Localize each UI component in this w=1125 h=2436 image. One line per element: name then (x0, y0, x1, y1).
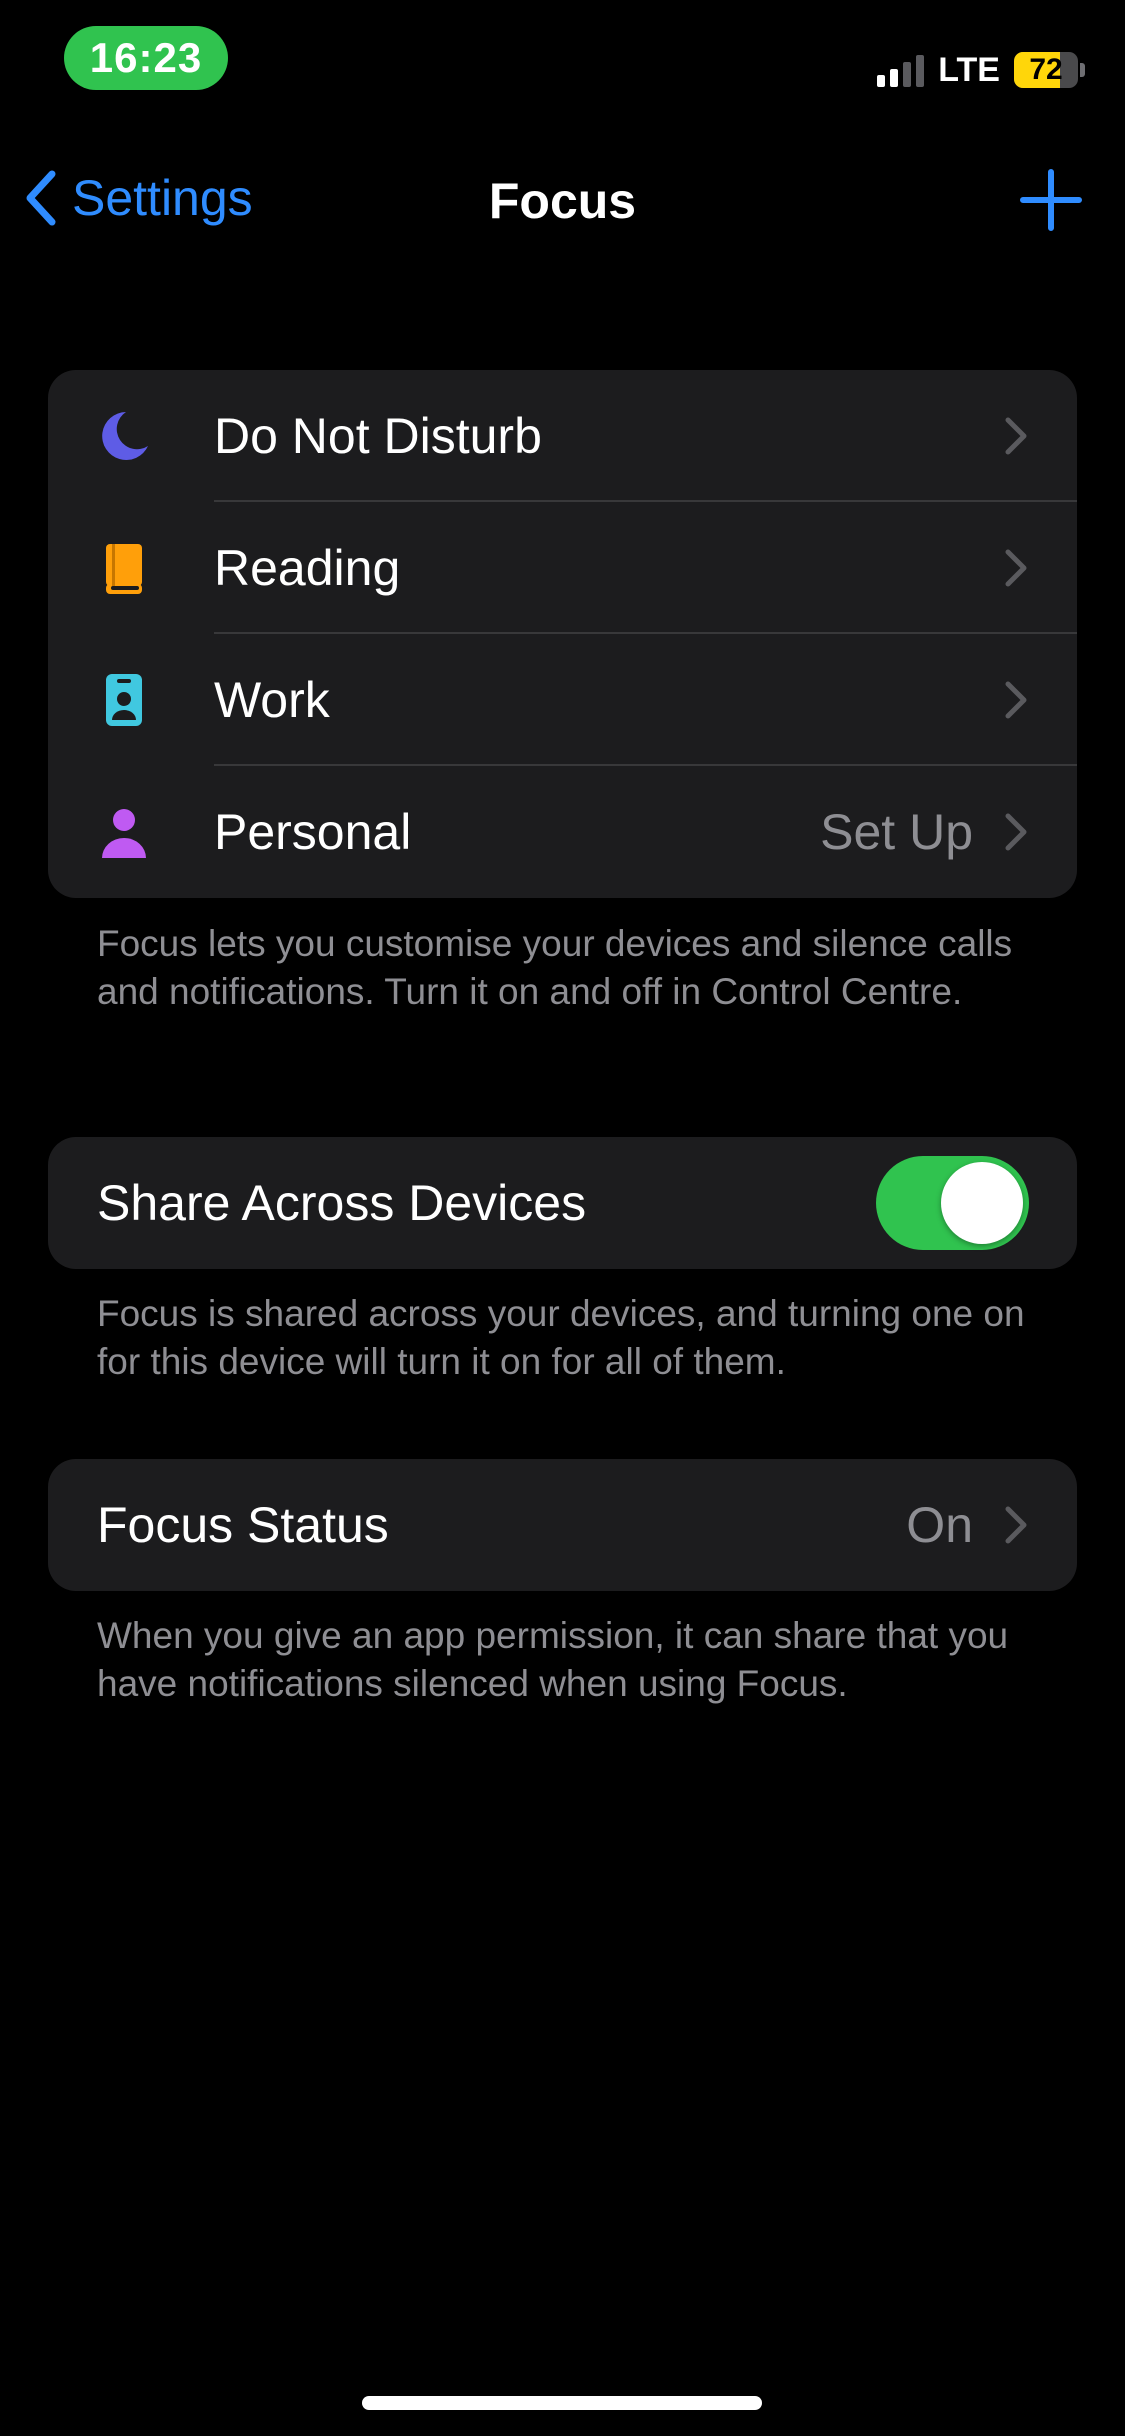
chevron-right-icon (1005, 549, 1027, 587)
focus-mode-reading[interactable]: Reading (48, 502, 1077, 634)
focus-status-group: Focus Status On (48, 1459, 1077, 1591)
page-title: Focus (488, 173, 637, 229)
person-icon (102, 809, 146, 858)
share-across-devices-row: Share Across Devices (48, 1137, 1077, 1269)
navigation-bar: Settings Focus (0, 150, 1125, 246)
book-icon (106, 544, 142, 594)
chevron-right-icon (1005, 1506, 1027, 1544)
focus-modes-list: Do Not Disturb Reading Work Personal Set… (48, 370, 1077, 898)
focus-mode-personal[interactable]: Personal Set Up (48, 766, 1077, 898)
focus-mode-label: Work (214, 672, 330, 728)
network-type: LTE (938, 50, 1000, 89)
battery-icon: 72 (1014, 52, 1085, 88)
moon-icon (102, 412, 148, 460)
focus-status-value: On (906, 1497, 973, 1553)
focus-mode-label: Reading (214, 540, 401, 596)
focus-mode-label: Do Not Disturb (214, 408, 542, 464)
focus-status-label: Focus Status (97, 1497, 389, 1553)
battery-percent: 72 (1029, 53, 1063, 86)
share-across-devices-description: Focus is shared across your devices, and… (97, 1293, 1025, 1382)
status-time[interactable]: 16:23 (64, 26, 228, 90)
share-across-devices-toggle[interactable] (876, 1156, 1029, 1250)
focus-status-description: When you give an app permission, it can … (97, 1615, 1009, 1704)
set-up-value: Set Up (820, 804, 973, 860)
plus-icon[interactable] (1015, 164, 1087, 236)
chevron-right-icon (1005, 813, 1027, 851)
home-indicator[interactable] (362, 2396, 762, 2410)
status-indicators: LTE 72 (877, 48, 1085, 92)
share-across-devices-label: Share Across Devices (97, 1175, 587, 1231)
status-bar: 16:23 LTE 72 (0, 0, 1125, 110)
focus-description: Focus lets you customise your devices an… (97, 923, 1013, 1012)
share-across-devices-group: Share Across Devices (48, 1137, 1077, 1269)
focus-status-row[interactable]: Focus Status On (48, 1459, 1077, 1591)
focus-mode-label: Personal (214, 804, 412, 860)
chevron-right-icon (1005, 417, 1027, 455)
focus-mode-work[interactable]: Work (48, 634, 1077, 766)
cellular-signal-icon (877, 53, 925, 87)
focus-mode-do-not-disturb[interactable]: Do Not Disturb (48, 370, 1077, 502)
focus-settings-screen: 16:23 LTE 72 Settings Focus Do Not Distu… (0, 0, 1125, 2436)
chevron-right-icon (1005, 681, 1027, 719)
toggle-knob (941, 1162, 1023, 1244)
id-badge-icon (106, 674, 142, 726)
